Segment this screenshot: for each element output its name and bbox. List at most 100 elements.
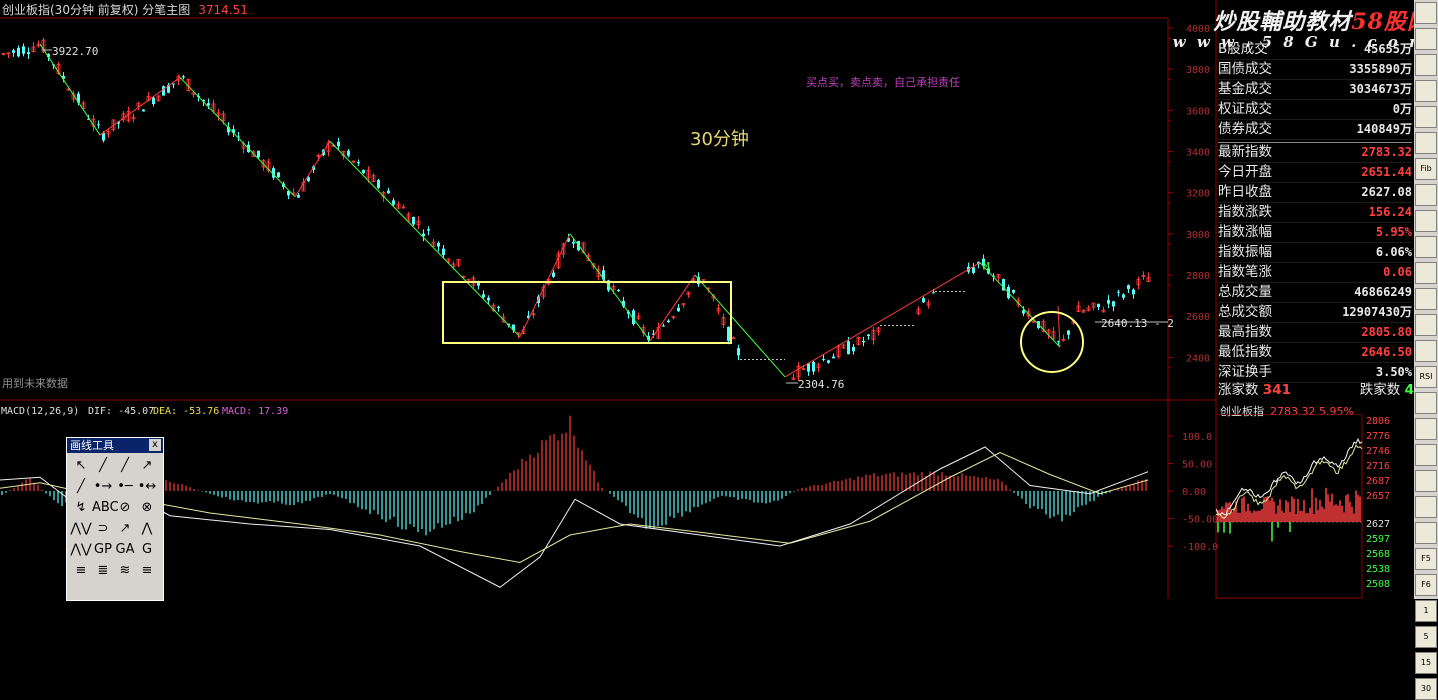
candle-body: [387, 190, 390, 194]
candle-body: [922, 298, 925, 303]
stat-row: 昨日收盘 2627.08: [1218, 183, 1412, 203]
toolbar-button[interactable]: 30: [1415, 678, 1437, 700]
toolbar-button[interactable]: 5: [1415, 626, 1437, 648]
candle-body: [822, 358, 825, 360]
toolbar-button[interactable]: [1415, 184, 1437, 206]
mini-tick-up: 2776: [1366, 431, 1390, 442]
macd-dea: DEA: -53.76: [153, 406, 219, 417]
right-toolbar: Fib RSI F5 F6 1 5 15 30: [1414, 0, 1438, 700]
candle-body: [1012, 289, 1015, 293]
draw-tool-icon[interactable]: ╱: [114, 455, 136, 476]
kline-chart[interactable]: 4000380036003400320030002800260024003922…: [0, 0, 1218, 599]
draw-tool-icon[interactable]: ⊘: [114, 497, 136, 518]
candle-body: [737, 348, 740, 356]
toolbar-button[interactable]: [1415, 80, 1437, 102]
zigzag-line: [694, 274, 786, 378]
price-tick-label: 3200: [1186, 189, 1210, 200]
toolbar-button[interactable]: Fib: [1415, 158, 1437, 180]
draw-tool-icon[interactable]: ↖: [70, 455, 92, 476]
draw-tools-palette[interactable]: 画线工具 x ↖ ╱ ╱ ↗ ╱ •→ •─ •↔ ↯ ABC ⊘ ⊗ ⋀⋁ ⊃ ↗ ⋀ ⋀⋁ GP GA G ≡ ≣ ≋ ≡: [66, 437, 164, 601]
close-icon[interactable]: x: [149, 439, 161, 451]
draw-tools-header[interactable]: 画线工具 x: [67, 438, 163, 453]
mini-volume-bars: [1217, 487, 1361, 542]
toolbar-button[interactable]: [1415, 444, 1437, 466]
intraday-mini-chart[interactable]: 2806 2776 2746 2716 2687 2657 2627 2597 2568 2538…: [1216, 414, 1414, 599]
draw-tool-icon[interactable]: ⋀⋁: [70, 539, 92, 560]
draw-tool-icon[interactable]: GA: [114, 539, 136, 560]
highlight-circle: [1020, 311, 1084, 373]
draw-tool-icon[interactable]: ≡: [70, 560, 92, 581]
draw-tool-icon[interactable]: ⊗: [136, 497, 158, 518]
stat-row: 总成交额 12907430万: [1218, 303, 1412, 323]
toolbar-button[interactable]: RSI: [1415, 366, 1437, 388]
candle-body: [1117, 291, 1120, 293]
stat-row: 基金成交 3034673万: [1218, 80, 1412, 100]
toolbar-button[interactable]: [1415, 132, 1437, 154]
toolbar-button[interactable]: [1415, 470, 1437, 492]
candle-body: [662, 325, 665, 327]
draw-tool-icon[interactable]: ≋: [114, 560, 136, 581]
draw-tool-icon[interactable]: ⊃: [92, 518, 114, 539]
toolbar-button[interactable]: [1415, 210, 1437, 232]
zigzag-line: [649, 274, 696, 342]
toolbar-button[interactable]: [1415, 28, 1437, 50]
candle-body: [102, 132, 105, 141]
draw-tool-icon[interactable]: ╱: [92, 455, 114, 476]
draw-tool-icon[interactable]: ↗: [136, 455, 158, 476]
toolbar-button[interactable]: [1415, 314, 1437, 336]
up-count-label: 涨家数: [1218, 382, 1259, 398]
draw-tool-icon[interactable]: GP: [92, 539, 114, 560]
toolbar-button[interactable]: [1415, 2, 1437, 24]
macd-tick-label: 0.00: [1182, 487, 1206, 498]
zigzag-line: [784, 262, 981, 378]
candle-body: [807, 363, 810, 372]
stat-label: 最低指数: [1218, 344, 1272, 360]
draw-tool-icon[interactable]: ⋀⋁: [70, 518, 92, 539]
draw-tool-icon[interactable]: ⋀: [136, 518, 158, 539]
stat-value: 45655万: [1363, 42, 1412, 56]
zigzag-line: [329, 140, 521, 338]
draw-tool-icon[interactable]: ↯: [70, 497, 92, 518]
watermark-logo: 炒股輔助教材58股网: [1213, 4, 1430, 36]
candle-body: [182, 76, 185, 78]
draw-tool-icon[interactable]: ╱: [70, 476, 92, 497]
toolbar-button[interactable]: [1415, 418, 1437, 440]
stat-label: 今日开盘: [1218, 164, 1272, 180]
draw-tool-icon[interactable]: ≣: [92, 560, 114, 581]
toolbar-button[interactable]: [1415, 236, 1437, 258]
draw-tool-icon[interactable]: ABC: [92, 497, 119, 518]
toolbar-button[interactable]: [1415, 106, 1437, 128]
candle-body: [277, 172, 280, 178]
macd-tick-label: 100.0: [1182, 432, 1212, 443]
macd-value: MACD: 17.39: [222, 406, 288, 417]
candle-body: [17, 47, 20, 57]
toolbar-button[interactable]: [1415, 340, 1437, 362]
toolbar-button[interactable]: 15: [1415, 652, 1437, 674]
toolbar-button[interactable]: [1415, 496, 1437, 518]
stat-value: 5.95%: [1375, 225, 1412, 239]
draw-tool-icon[interactable]: ≡: [136, 560, 158, 581]
toolbar-button[interactable]: [1415, 392, 1437, 414]
toolbar-button[interactable]: [1415, 522, 1437, 544]
draw-tool-icon[interactable]: •→: [92, 476, 114, 497]
toolbar-button[interactable]: [1415, 288, 1437, 310]
draw-tool-icon[interactable]: •↔: [136, 476, 158, 497]
draw-tool-icon[interactable]: G: [136, 539, 158, 560]
toolbar-button[interactable]: [1415, 262, 1437, 284]
draw-tool-icon[interactable]: •─: [114, 476, 136, 497]
price-tick-label: 2400: [1186, 353, 1210, 364]
toolbar-button[interactable]: [1415, 54, 1437, 76]
toolbar-button[interactable]: 1: [1415, 600, 1437, 622]
macd-header: MACD(12,26,9): [1, 406, 79, 417]
candle-body: [667, 320, 670, 323]
toolbar-button[interactable]: F6: [1415, 574, 1437, 596]
candle-body: [337, 141, 340, 147]
candle-body: [972, 267, 975, 273]
candle-body: [862, 340, 865, 343]
toolbar-button[interactable]: F5: [1415, 548, 1437, 570]
macd-tick-label: -50.00: [1182, 515, 1218, 526]
candle-body: [1022, 310, 1025, 314]
disclaimer-note: 买点买，卖点卖，自己承担责任: [806, 75, 960, 89]
stat-label: 指数笔涨: [1218, 264, 1272, 280]
draw-tool-icon[interactable]: ↗: [114, 518, 136, 539]
